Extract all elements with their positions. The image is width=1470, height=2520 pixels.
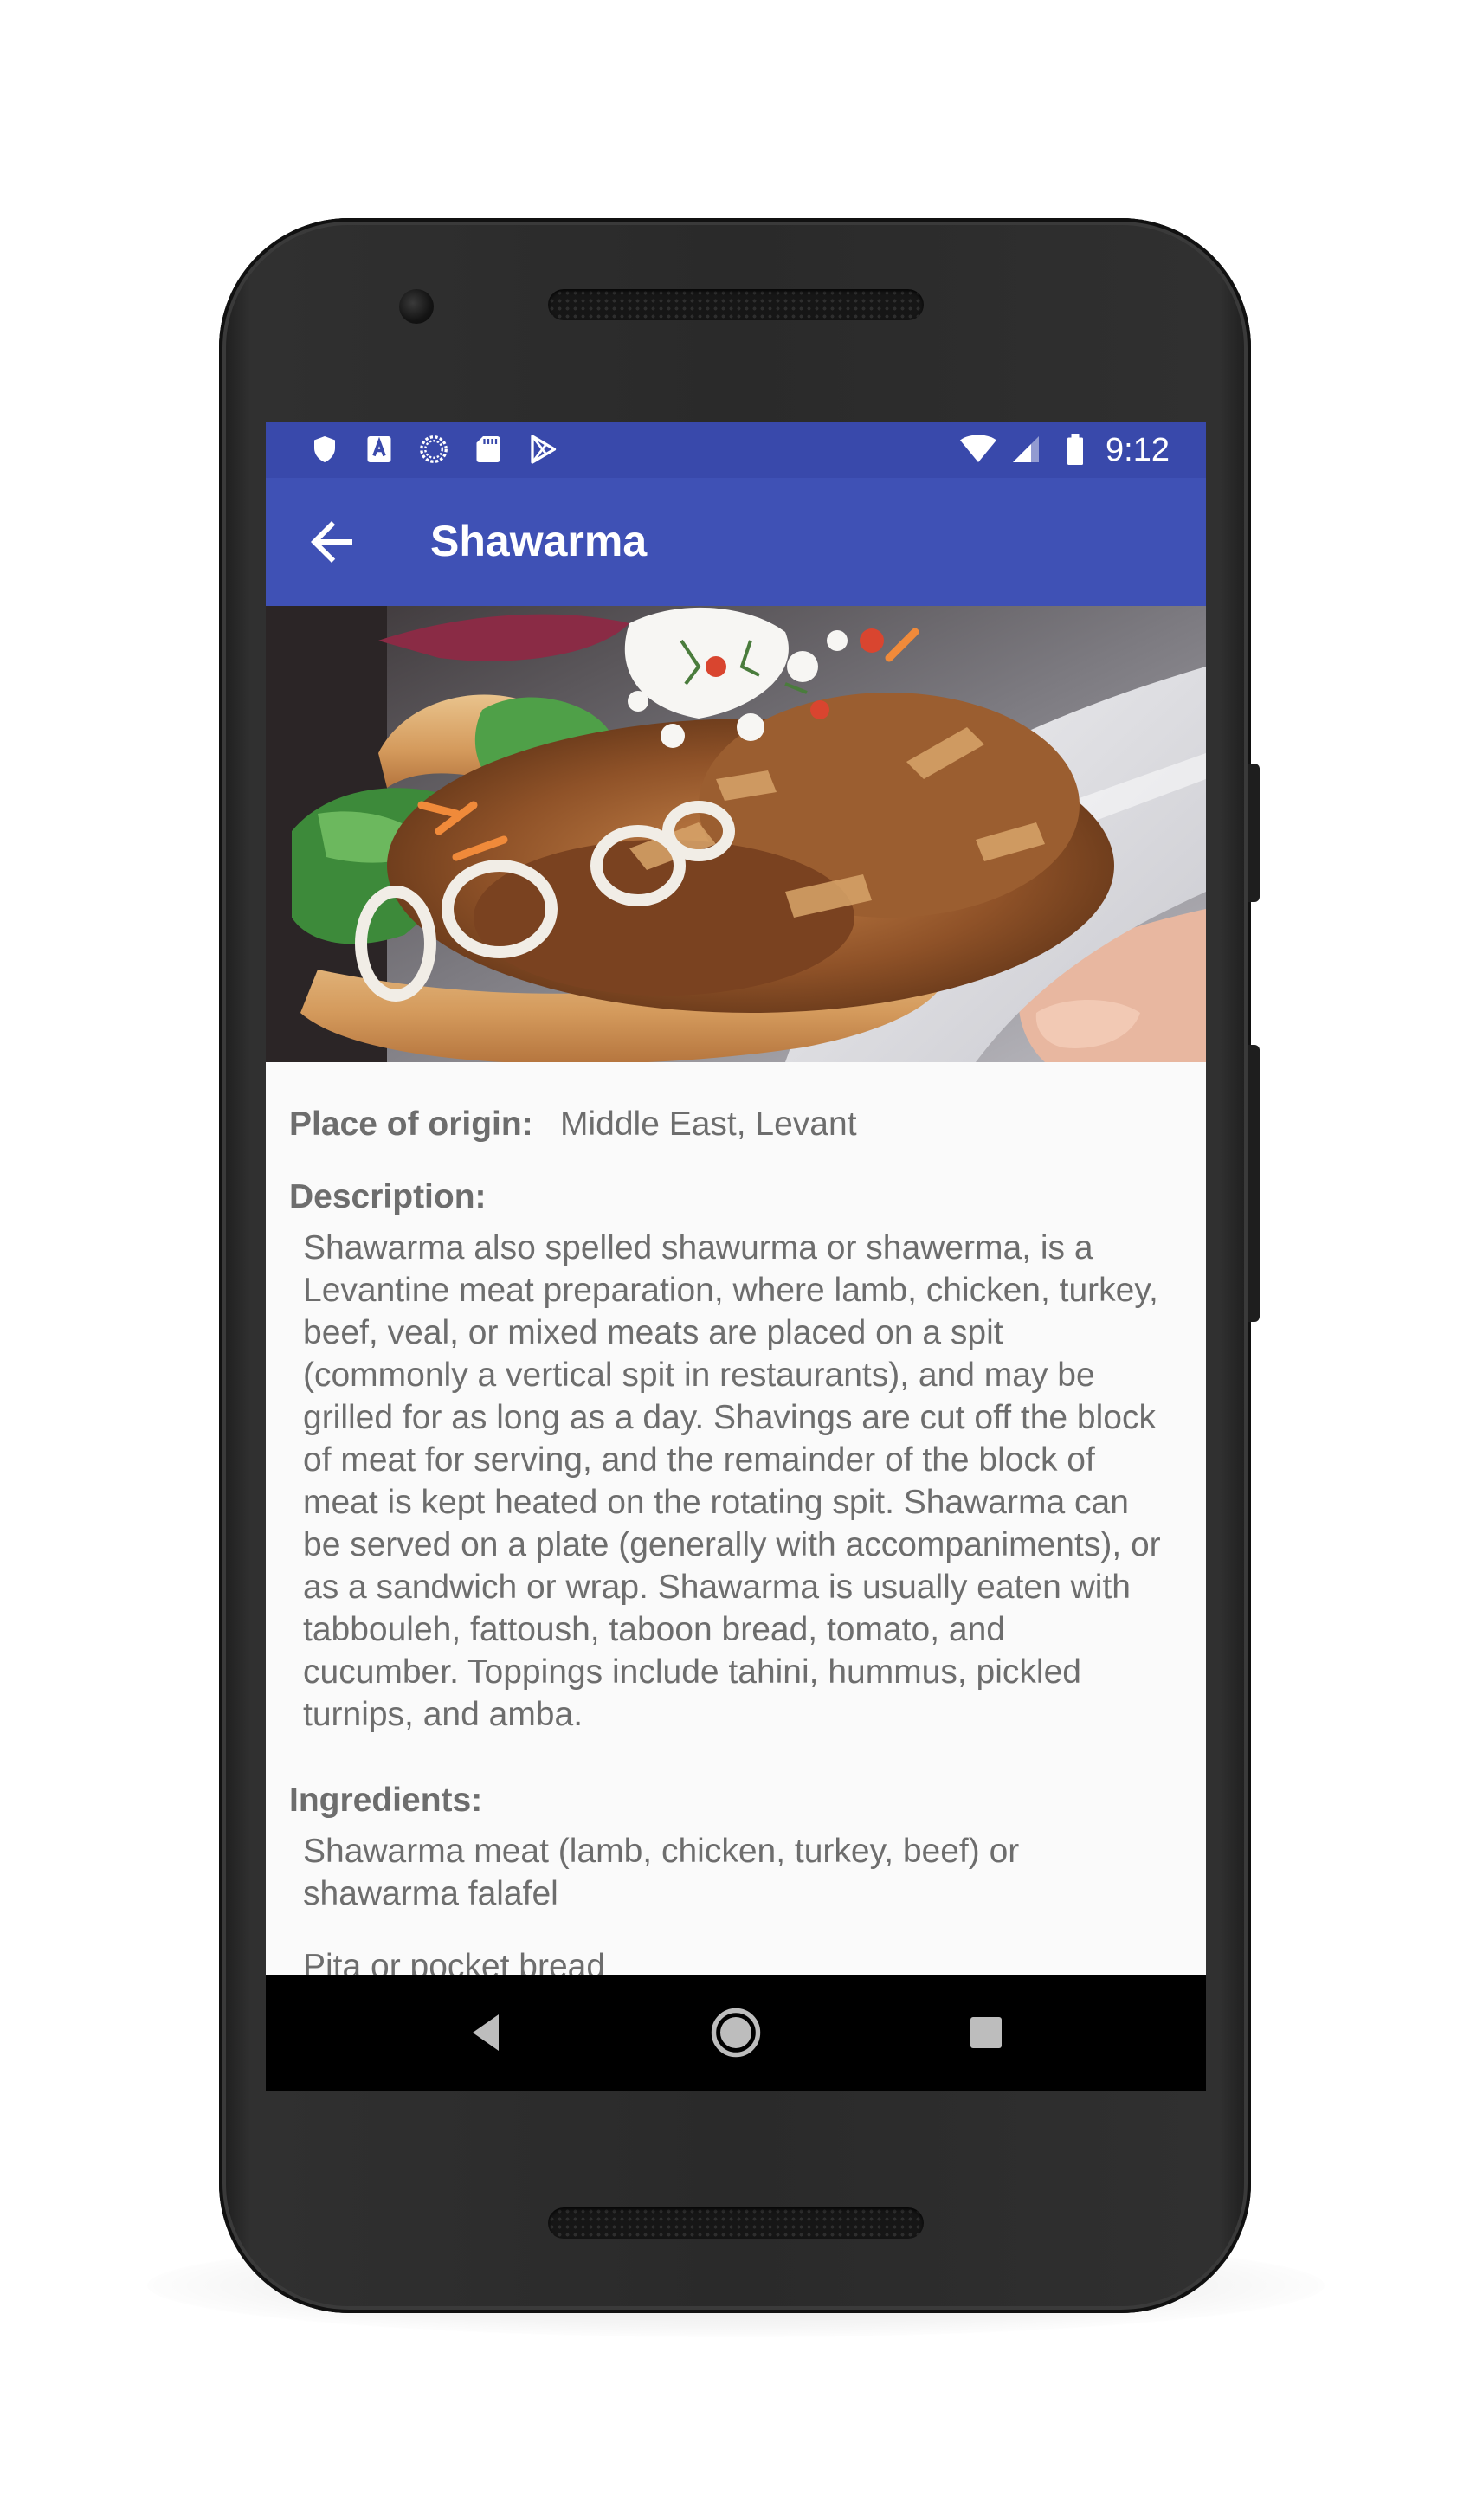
bottom-speaker-grille — [548, 2207, 924, 2239]
status-bar: 9:12 — [266, 422, 1206, 478]
battery-icon — [1067, 434, 1083, 465]
front-camera — [399, 289, 434, 324]
status-time: 9:12 — [1106, 432, 1170, 468]
app-toolbar: Shawarma — [266, 478, 1206, 606]
signal-icon — [1013, 436, 1039, 462]
shawarma-sandwich-photo — [266, 606, 1206, 1062]
ingredient-item: Pita or pocket bread — [303, 1948, 606, 1975]
page-title: Shawarma — [430, 517, 648, 565]
sync-circle-icon — [420, 435, 448, 463]
nav-home-icon[interactable] — [705, 2001, 767, 2064]
a-badge-icon — [367, 436, 391, 462]
arrow-back-icon[interactable] — [300, 511, 363, 573]
top-speaker-grille — [548, 289, 924, 320]
power-button — [1248, 764, 1260, 902]
sd-card-icon — [476, 436, 500, 462]
wifi-icon — [960, 435, 996, 462]
description-text: Shawarma also spelled shawurma or shawer… — [303, 1229, 1161, 1733]
volume-rocker — [1248, 1045, 1260, 1322]
description-label: Description: — [289, 1178, 487, 1215]
origin-value: Middle East, Levant — [560, 1105, 857, 1143]
play-store-icon — [531, 435, 557, 464]
ingredients-label: Ingredients: — [289, 1782, 483, 1819]
ingredient-item: Shawarma meat (lamb, chicken, turkey, be… — [303, 1833, 1020, 1912]
hero-image — [266, 606, 1206, 1062]
system-navigation-bar — [266, 1975, 1206, 2091]
phone-screen: 9:12 Shawarma Place of origin: Middle Ea… — [266, 422, 1206, 2091]
origin-label: Place of origin: — [289, 1105, 533, 1143]
detail-content: Place of origin: Middle East, Levant Des… — [266, 1062, 1206, 1975]
device-mockup-stage: 9:12 Shawarma Place of origin: Middle Ea… — [0, 0, 1470, 2520]
shield-icon — [314, 436, 335, 462]
nav-recents-icon[interactable] — [955, 2001, 1017, 2064]
nav-back-icon[interactable] — [455, 2001, 517, 2064]
